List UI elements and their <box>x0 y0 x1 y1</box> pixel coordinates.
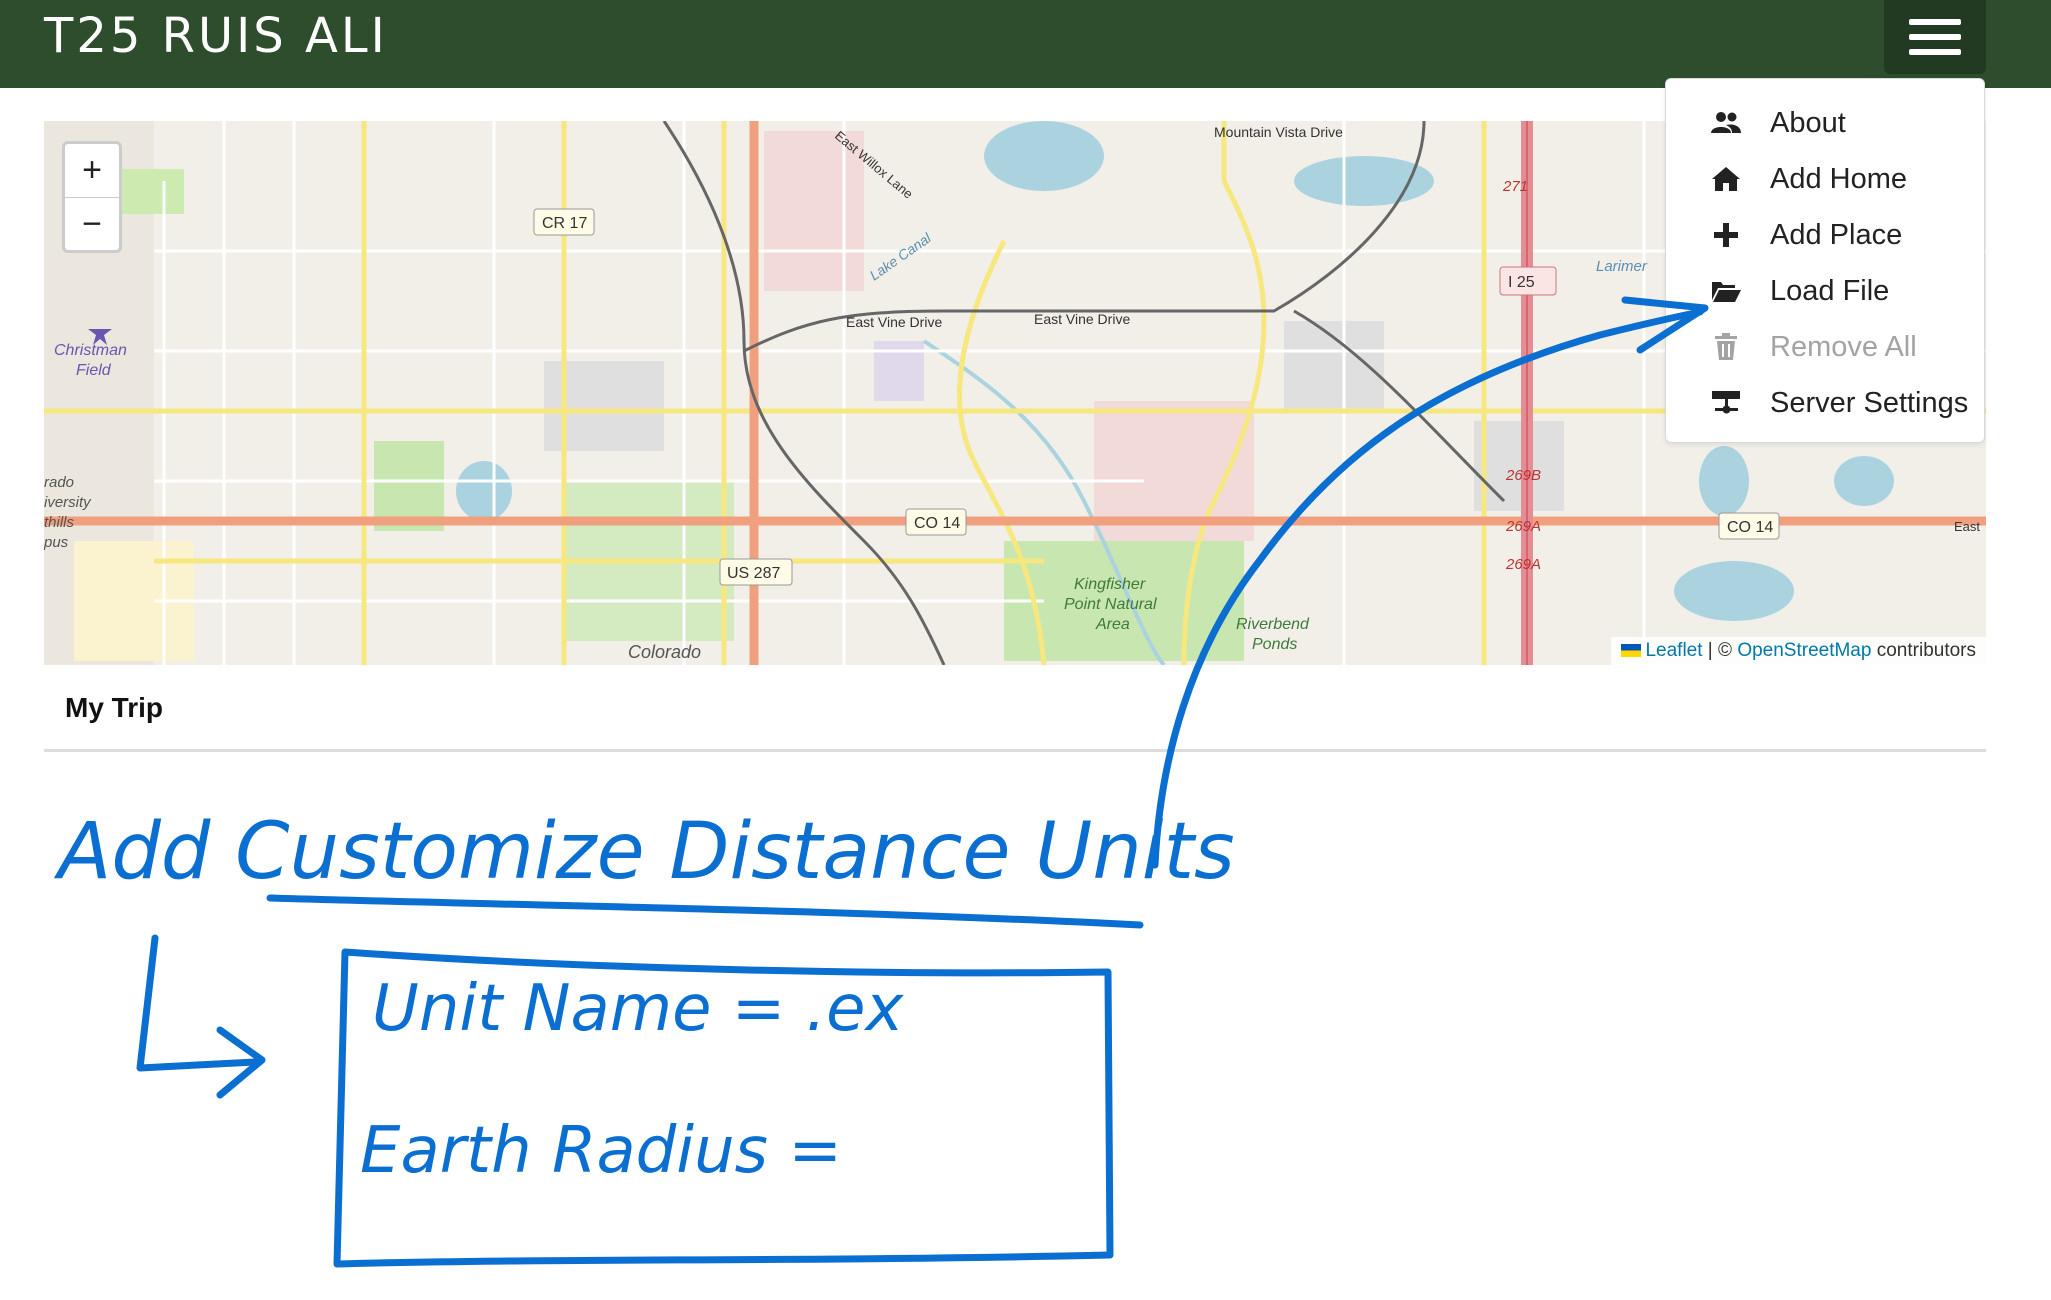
map-label-east-vine: East Vine Drive <box>846 314 942 330</box>
users-icon <box>1706 111 1746 135</box>
app-title: T25 RUIS ALI <box>44 8 388 64</box>
map-label-269a: 269A <box>1505 518 1541 535</box>
sketch-line-earth-radius: Earth Radius = <box>360 1114 842 1188</box>
menu-item-label: Add Home <box>1770 162 1908 195</box>
zoom-in-button[interactable]: + <box>65 144 119 198</box>
zoom-out-button[interactable]: − <box>65 198 119 251</box>
menu-item-label: Load File <box>1770 274 1890 307</box>
menu-item-about[interactable]: About <box>1666 95 1984 151</box>
hamburger-line <box>1909 19 1961 25</box>
map-label-co14: CO 14 <box>914 515 960 532</box>
map-label-269b: 269B <box>1505 467 1541 484</box>
map-label-co14-east: CO 14 <box>1727 519 1773 536</box>
sketch-box <box>333 948 1114 1268</box>
map-label-us287: US 287 <box>727 565 780 582</box>
main-dropdown-menu: About Add Home Add Place Load File Remov… <box>1665 78 1985 443</box>
menu-item-add-home[interactable]: Add Home <box>1666 151 1984 207</box>
hamburger-line <box>1909 49 1961 55</box>
sketch-line-unit-name: Unit Name = .ex <box>372 972 904 1046</box>
map-label-larimer: Larimer <box>1596 258 1648 275</box>
menu-item-server-settings[interactable]: Server Settings <box>1666 375 1984 431</box>
map-label-east: East <box>1954 519 1980 534</box>
map-label-riverbend: Riverbend <box>1236 616 1310 633</box>
hamburger-line <box>1909 34 1961 40</box>
map-label-csu-2: iversity <box>44 494 92 511</box>
home-icon <box>1706 166 1746 192</box>
map-label-csu-4: pus <box>44 534 69 551</box>
trash-icon <box>1706 333 1746 361</box>
folder-open-icon <box>1706 279 1746 303</box>
map-label-i25: I 25 <box>1508 274 1535 291</box>
hamburger-menu-button[interactable] <box>1884 0 1986 74</box>
map-label-kingfisher: Kingfisher <box>1074 576 1146 593</box>
map-label-kingfisher-3: Area <box>1095 616 1130 633</box>
map-label-christman: Christman <box>54 342 127 359</box>
attribution-suffix: contributors <box>1871 640 1976 661</box>
menu-item-add-place[interactable]: Add Place <box>1666 207 1984 263</box>
heading-underline <box>266 894 1144 929</box>
map-label-271: 271 <box>1502 178 1528 195</box>
map-label-east-vine-2: East Vine Drive <box>1034 311 1130 327</box>
map-label-csu-1: rado <box>44 474 74 491</box>
leaflet-link[interactable]: Leaflet <box>1645 640 1702 661</box>
map-label-colorado: Colorado <box>628 642 701 662</box>
attribution-separator: | © <box>1702 640 1738 661</box>
menu-item-label: About <box>1770 106 1846 139</box>
map-label-269a-2: 269A <box>1505 556 1541 573</box>
map-label-cr17: CR 17 <box>542 215 587 232</box>
menu-item-label: Server Settings <box>1770 386 1969 419</box>
plus-icon <box>1706 222 1746 248</box>
elbow-arrow <box>136 934 259 1072</box>
top-navbar: T25 RUIS ALI <box>0 0 2051 88</box>
zoom-control: + − <box>62 141 122 253</box>
map-label-riverbend-2: Ponds <box>1252 636 1297 653</box>
map-label-field: Field <box>76 362 112 379</box>
menu-item-label: Add Place <box>1770 218 1903 251</box>
osm-link[interactable]: OpenStreetMap <box>1737 640 1871 661</box>
trip-divider <box>44 749 1986 752</box>
ukraine-flag-icon <box>1621 644 1642 658</box>
map-label-kingfisher-2: Point Natural <box>1064 596 1157 613</box>
menu-item-load-file[interactable]: Load File <box>1666 263 1984 319</box>
elbow-arrow-head <box>216 1026 266 1099</box>
menu-item-remove-all: Remove All <box>1666 319 1984 375</box>
map-label-csu-3: thills <box>44 514 75 531</box>
server-icon <box>1706 390 1746 416</box>
sketch-heading: Add Customize Distance Units <box>53 807 1235 897</box>
menu-item-label: Remove All <box>1770 330 1917 363</box>
map-label-mountain-vista: Mountain Vista Drive <box>1214 124 1343 140</box>
map-attribution: Leaflet | © OpenStreetMap contributors <box>1611 637 1986 665</box>
trip-title: My Trip <box>65 692 164 723</box>
map-label-lake-canal: Lake Canal <box>867 229 935 283</box>
